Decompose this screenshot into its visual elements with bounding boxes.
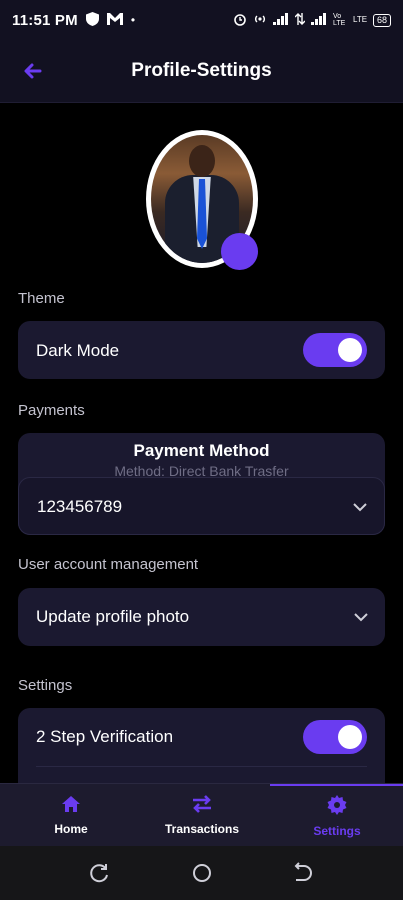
data-arrows-icon [294, 12, 306, 28]
payment-method-title: Payment Method [133, 441, 270, 460]
theme-section-label: Theme [18, 290, 65, 307]
two-step-card: 2 Step Verification [18, 708, 385, 788]
home-icon [61, 795, 81, 818]
toggle-knob [338, 725, 362, 749]
user-account-section-label: User account management [18, 556, 199, 573]
app-header: Profile-Settings [0, 40, 403, 103]
dark-mode-toggle[interactable] [303, 333, 367, 367]
settings-section-label: Settings [18, 677, 73, 694]
nav-settings[interactable]: Settings [270, 784, 403, 847]
nav-settings-label: Settings [313, 824, 361, 838]
lte-badge: LTE [352, 15, 368, 24]
chevron-down-icon [351, 607, 371, 627]
chevron-down-icon [350, 497, 370, 517]
dark-mode-label: Dark Mode [36, 341, 120, 360]
update-photo-dropdown[interactable]: Update profile photo [18, 588, 385, 646]
nav-transactions-label: Transactions [164, 822, 240, 836]
two-step-label: 2 Step Verification [36, 727, 174, 746]
nav-home[interactable]: Home [4, 784, 138, 847]
home-circle-icon[interactable] [190, 861, 214, 885]
back-nav-icon[interactable] [290, 861, 314, 885]
account-number-dropdown[interactable]: 123456789 [18, 477, 385, 535]
edit-photo-button[interactable] [221, 233, 258, 270]
page-title: Profile-Settings [131, 60, 272, 81]
payments-section-label: Payments [18, 402, 85, 419]
notification-dot-icon: • [130, 13, 136, 27]
update-photo-label: Update profile photo [36, 607, 190, 626]
divider [36, 766, 367, 767]
status-bar: 11:51 PM • Vo LTE LTE 68 [0, 0, 403, 40]
nav-transactions[interactable]: Transactions [135, 784, 269, 847]
status-time: 11:51 PM [12, 11, 78, 29]
alarm-icon [233, 12, 247, 29]
bottom-navigation: Home Transactions Settings [0, 783, 403, 846]
nav-home-label: Home [54, 822, 88, 836]
status-right: Vo LTE LTE 68 [233, 12, 391, 29]
battery-indicator: 68 [372, 13, 391, 27]
swap-arrows-icon [191, 795, 213, 818]
account-number-value: 123456789 [37, 497, 123, 516]
system-navigation-bar [0, 846, 403, 900]
gear-icon [327, 795, 347, 820]
gmail-icon [106, 12, 123, 28]
shield-icon [85, 11, 99, 29]
hotspot-icon [253, 13, 267, 28]
toggle-knob [338, 338, 362, 362]
recent-apps-icon[interactable] [88, 861, 112, 885]
two-step-toggle[interactable] [303, 720, 367, 754]
volte-badge: Vo LTE [332, 13, 346, 27]
signal-icon [272, 12, 289, 28]
dark-mode-card: Dark Mode [18, 321, 385, 379]
signal-icon-2 [310, 12, 327, 28]
photo-head [189, 145, 215, 177]
